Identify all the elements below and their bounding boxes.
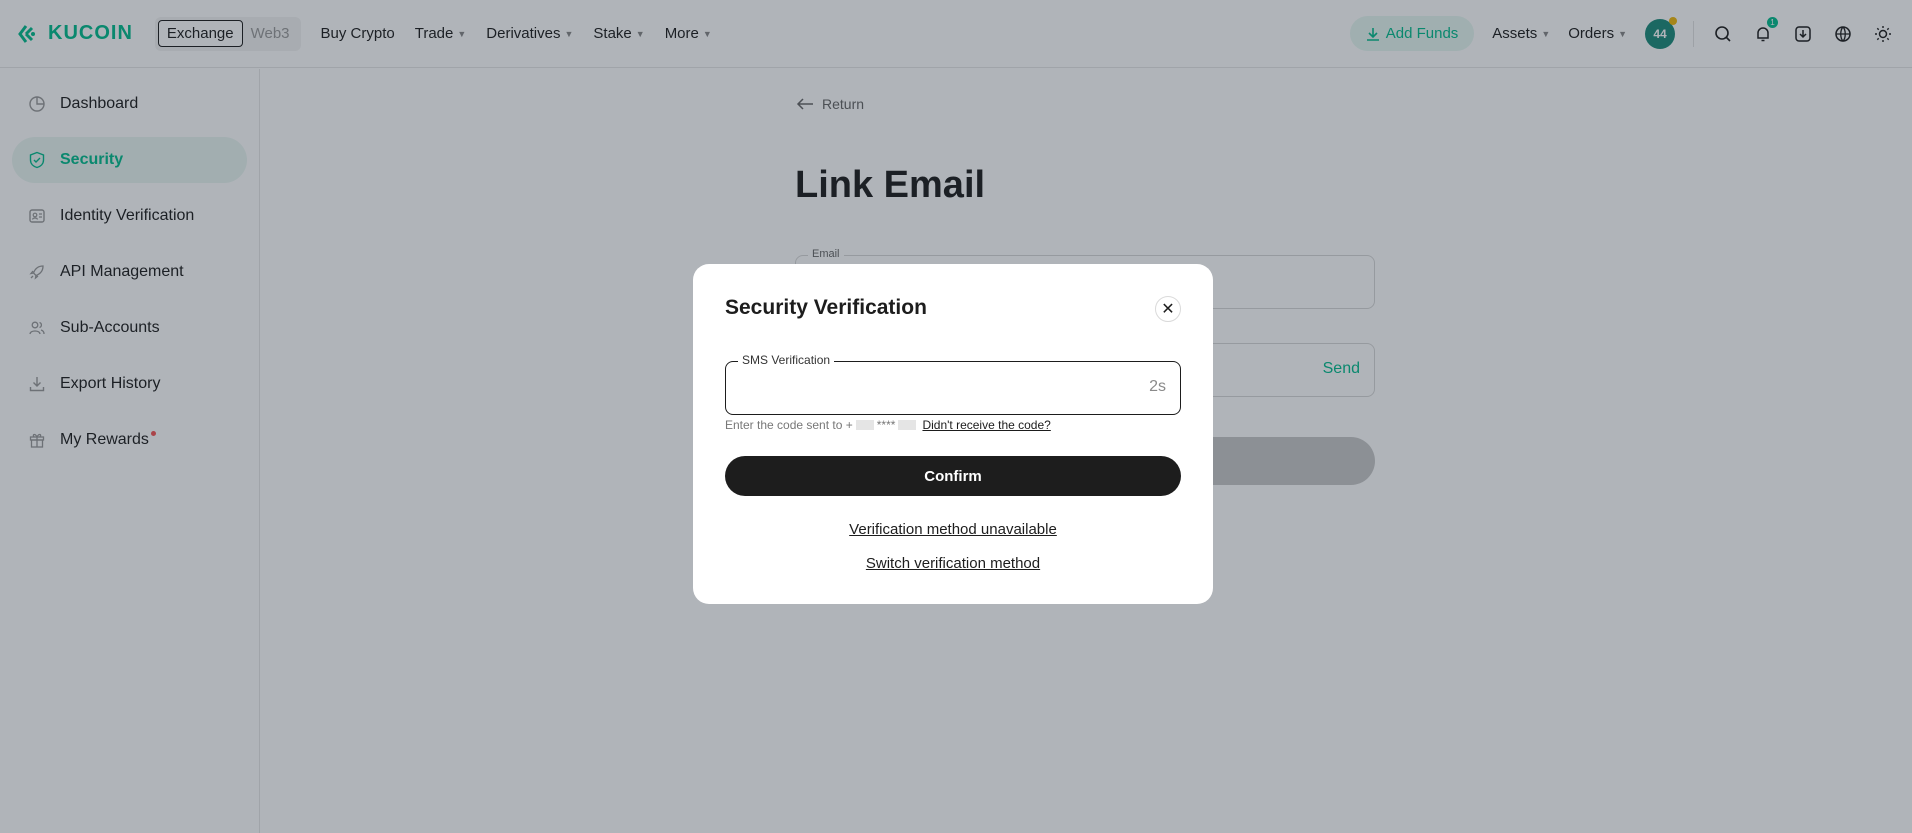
hint-text: Enter the code sent to + [725, 418, 853, 432]
verification-unavailable-link[interactable]: Verification method unavailable [693, 521, 1213, 538]
hint-masked: **** [876, 418, 896, 432]
masked-phone-block [898, 420, 917, 430]
security-verification-modal: Security Verification ✕ SMS Verification… [693, 264, 1213, 604]
close-icon[interactable]: ✕ [1155, 296, 1181, 322]
modal-title: Security Verification [725, 296, 927, 319]
sms-hint: Enter the code sent to + **** Didn't rec… [725, 418, 1051, 432]
switch-verification-method-link[interactable]: Switch verification method [693, 555, 1213, 572]
sms-label: SMS Verification [738, 353, 835, 367]
sms-code-input[interactable]: SMS Verification 2s [725, 353, 1181, 415]
masked-phone-block [855, 420, 874, 430]
didnt-receive-code-link[interactable]: Didn't receive the code? [922, 418, 1050, 432]
resend-timer: 2s [1149, 378, 1166, 395]
confirm-button[interactable]: Confirm [725, 456, 1181, 496]
